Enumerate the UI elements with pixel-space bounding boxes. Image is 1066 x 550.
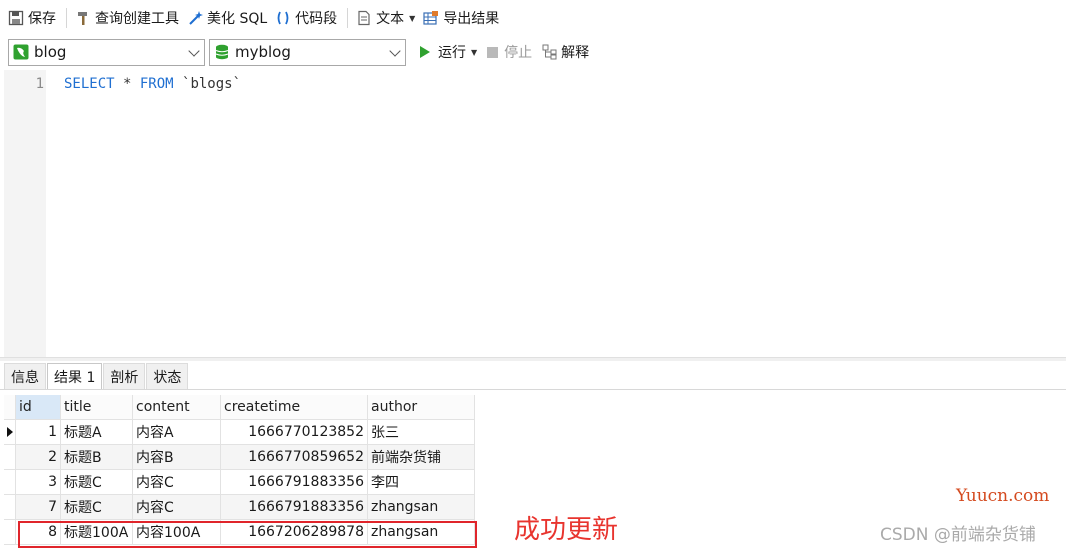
connection-select-value: blog xyxy=(34,43,67,61)
cell-author[interactable]: 前端杂货铺 xyxy=(368,445,475,470)
main-toolbar: 保存 查询创建工具 美化 SQL 代码段 文本 ▼ 导出结果 xyxy=(0,0,1066,36)
table-row[interactable]: 7 标题C 内容C 1666791883356 zhangsan xyxy=(4,495,475,520)
database-select[interactable]: myblog xyxy=(209,38,406,66)
row-indicator xyxy=(4,520,16,545)
stop-icon xyxy=(487,46,499,58)
sql-table-name: `blogs` xyxy=(173,76,242,92)
document-icon xyxy=(356,10,372,26)
save-label: 保存 xyxy=(28,11,56,27)
cell-createtime[interactable]: 1666770859652 xyxy=(221,445,368,470)
cell-content[interactable]: 内容B xyxy=(133,445,221,470)
database-select-value: myblog xyxy=(235,43,291,61)
save-button[interactable]: 保存 xyxy=(8,5,56,31)
cell-author[interactable]: 李四 xyxy=(368,470,475,495)
watermark-csdn: CSDN @前端杂货铺 xyxy=(880,525,1036,545)
cell-id[interactable]: 1 xyxy=(16,420,61,445)
text-mode-label: 文本 xyxy=(376,11,405,27)
cell-title[interactable]: 标题B xyxy=(61,445,133,470)
hammer-icon xyxy=(75,10,91,26)
row-indicator xyxy=(4,495,16,520)
explain-icon xyxy=(542,44,558,60)
connection-selector-row: blog myblog 运行 ▼ 停止 解释 xyxy=(0,37,1066,67)
stop-label: 停止 xyxy=(504,45,533,61)
cell-id[interactable]: 2 xyxy=(16,445,61,470)
connection-select[interactable]: blog xyxy=(8,38,205,66)
export-results-label: 导出结果 xyxy=(443,11,500,27)
sql-code-line[interactable]: SELECT * FROM `blogs` xyxy=(64,76,241,92)
table-row[interactable]: 1 标题A 内容A 1666770123852 张三 xyxy=(4,420,475,445)
cell-id[interactable]: 3 xyxy=(16,470,61,495)
table-row[interactable]: 2 标题B 内容B 1666770859652 前端杂货铺 xyxy=(4,445,475,470)
column-header-title[interactable]: title xyxy=(61,395,133,420)
cell-createtime[interactable]: 1666770123852 xyxy=(221,420,368,445)
cell-createtime[interactable]: 1666791883356 xyxy=(221,495,368,520)
tab-result-1[interactable]: 结果 1 xyxy=(47,363,103,389)
explain-button[interactable]: 解释 xyxy=(542,42,589,62)
toolbar-divider xyxy=(347,8,349,28)
sql-keyword-from: FROM xyxy=(139,76,174,92)
beautify-sql-label: 美化 SQL xyxy=(207,11,268,27)
query-builder-label: 查询创建工具 xyxy=(95,11,179,27)
run-button[interactable]: 运行 ▼ xyxy=(420,42,477,62)
run-label: 运行 xyxy=(438,45,466,61)
caret-down-icon[interactable]: ▼ xyxy=(471,48,477,57)
success-annotation: 成功更新 xyxy=(514,515,619,545)
database-icon xyxy=(214,44,230,60)
query-builder-button[interactable]: 查询创建工具 xyxy=(75,5,179,31)
stop-button[interactable]: 停止 xyxy=(487,42,532,62)
tab-profile[interactable]: 剖析 xyxy=(103,363,146,389)
braces-icon xyxy=(275,10,291,26)
sql-star: * xyxy=(114,76,140,92)
toolbar-divider xyxy=(66,8,67,28)
chevron-down-icon xyxy=(188,44,200,57)
watermark-yuucn: Yuucn.com xyxy=(956,486,1050,506)
cell-content[interactable]: 内容A xyxy=(133,420,221,445)
cell-id[interactable]: 7 xyxy=(16,495,61,520)
row-indicator-header xyxy=(4,395,16,420)
cell-createtime[interactable]: 1666791883356 xyxy=(221,470,368,495)
line-number-gutter xyxy=(4,70,46,358)
column-header-createtime[interactable]: createtime xyxy=(221,395,368,420)
table-row[interactable]: 3 标题C 内容C 1666791883356 李四 xyxy=(4,470,475,495)
grid-header-row: id title content createtime author xyxy=(4,395,475,420)
cell-title[interactable]: 标题A xyxy=(61,420,133,445)
current-row-arrow-icon xyxy=(6,427,13,437)
cell-content[interactable]: 内容C xyxy=(133,470,221,495)
column-header-id[interactable]: id xyxy=(16,395,61,420)
sql-keyword-select: SELECT xyxy=(64,76,115,92)
tabs-divider xyxy=(0,389,1066,390)
column-header-author[interactable]: author xyxy=(368,395,475,420)
line-number: 1 xyxy=(35,76,44,92)
cell-content[interactable]: 内容C xyxy=(133,495,221,520)
row-indicator xyxy=(4,470,16,495)
beautify-sql-button[interactable]: 美化 SQL xyxy=(187,5,267,31)
text-mode-button[interactable]: 文本 ▼ xyxy=(356,5,415,31)
code-snippet-label: 代码段 xyxy=(295,11,338,27)
caret-down-icon[interactable]: ▼ xyxy=(409,14,415,23)
magic-wand-icon xyxy=(187,10,203,26)
code-snippet-button[interactable]: 代码段 xyxy=(275,5,337,31)
tab-info[interactable]: 信息 xyxy=(4,363,46,389)
explain-label: 解释 xyxy=(561,45,590,61)
save-icon xyxy=(8,10,24,26)
chevron-down-icon xyxy=(389,44,401,57)
cell-title[interactable]: 标题C xyxy=(61,470,133,495)
cell-author[interactable]: zhangsan xyxy=(368,495,475,520)
editor-results-splitter[interactable] xyxy=(0,357,1066,361)
result-tabs: 信息 结果 1 剖析 状态 xyxy=(4,363,189,389)
row-indicator xyxy=(4,445,16,470)
export-results-button[interactable]: 导出结果 xyxy=(423,5,499,31)
export-grid-icon xyxy=(423,10,439,26)
column-header-content[interactable]: content xyxy=(133,395,221,420)
updated-row-highlight xyxy=(18,521,477,548)
tab-status[interactable]: 状态 xyxy=(146,363,189,389)
row-indicator xyxy=(4,420,16,445)
cell-title[interactable]: 标题C xyxy=(61,495,133,520)
play-icon xyxy=(420,46,430,58)
cell-author[interactable]: 张三 xyxy=(368,420,475,445)
sql-editor[interactable]: 1 SELECT * FROM `blogs` xyxy=(0,70,1066,358)
connection-icon xyxy=(13,44,29,60)
